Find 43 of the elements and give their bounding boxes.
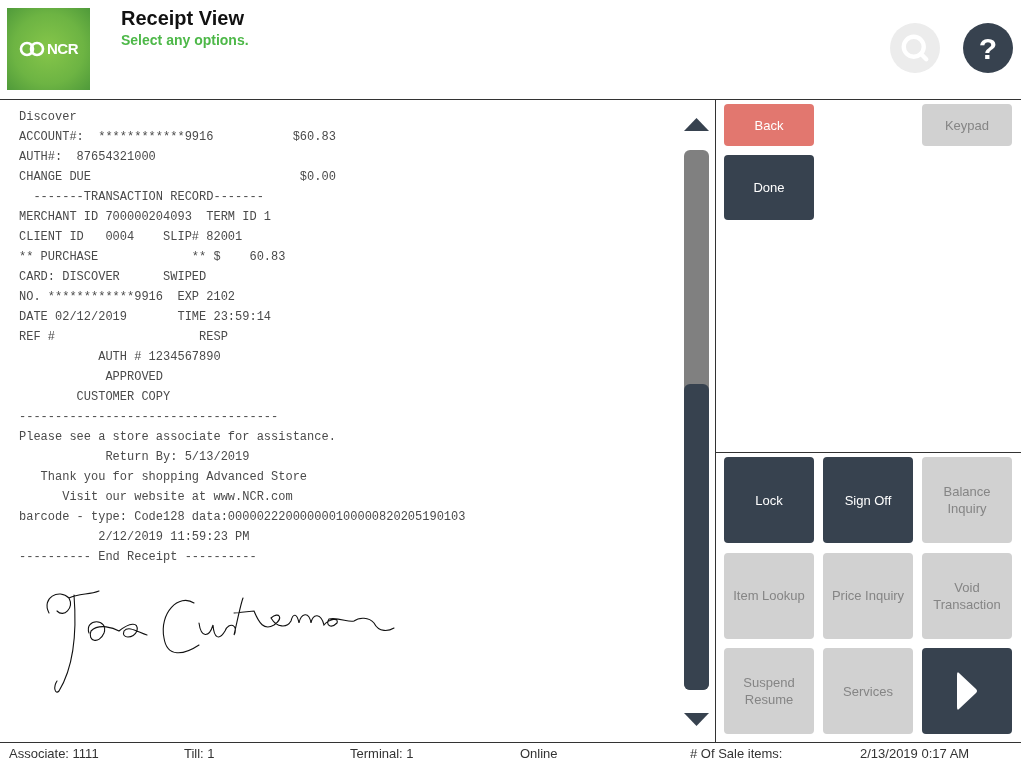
right-triangle-icon — [956, 671, 978, 711]
screen-subtitle: Select any options. — [121, 31, 249, 50]
receipt-line: DATE 02/12/2019 TIME 23:59:14 — [19, 309, 272, 326]
status-text: Online — [520, 745, 558, 763]
scrollbar-thumb[interactable] — [683, 384, 709, 690]
receipt-line: APPROVED — [104, 369, 164, 386]
receipt-line: Discover — [19, 109, 77, 126]
status-text: Terminal: 1 — [350, 745, 414, 763]
action-button[interactable]: Lock — [724, 457, 814, 543]
receipt-line: ------------------------------------ — [19, 409, 279, 426]
receipt-line: AUTH#: 87654321000 — [19, 149, 156, 166]
logo-text: NCR — [47, 38, 78, 59]
receipt-line: CUSTOMER COPY — [75, 389, 171, 406]
rings-icon — [19, 41, 45, 57]
receipt-line: 2/12/2019 11:59:23 PM — [97, 529, 250, 546]
back-button[interactable]: Back — [724, 104, 814, 146]
help-button[interactable]: ? — [963, 23, 1013, 73]
screen-title: Receipt View — [121, 6, 246, 30]
receipt-line: Return By: 5/13/2019 — [104, 449, 250, 466]
receipt-line: MERCHANT ID 700000204093 TERM ID 1 — [19, 209, 272, 226]
receipt-line: Thank you for shopping Advanced Store — [39, 469, 308, 486]
receipt-line: -------TRANSACTION RECORD------- — [32, 189, 264, 206]
status-text: 2/13/2019 0:17 AM — [860, 745, 970, 763]
receipt-line: ACCOUNT#: ************9916 $60.83 — [19, 129, 336, 146]
up-triangle-icon[interactable] — [683, 118, 709, 131]
receipt-line: barcode - type: Code128 data:000002220000000100000820205190103 — [19, 509, 466, 526]
receipt-line: AUTH # 1234567890 — [97, 349, 221, 366]
receipt-line: NO. ************9916 EXP 2102 — [19, 289, 236, 306]
receipt-line: REF # RESP — [19, 329, 228, 346]
down-triangle-icon[interactable] — [683, 713, 709, 726]
status-text: # Of Sale items: — [690, 745, 783, 763]
receipt-line: CLIENT ID 0004 SLIP# 82001 — [19, 229, 243, 246]
receipt-line: Visit our website at www.NCR.com — [61, 489, 293, 506]
action-button[interactable]: Done — [724, 155, 814, 220]
next-button[interactable] — [922, 648, 1012, 734]
receipt-line: ---------- End Receipt ---------- — [19, 549, 257, 566]
action-button[interactable]: Sign Off — [823, 457, 913, 543]
receipt-line: ** PURCHASE ** $ 60.83 — [19, 249, 286, 266]
receipt-line: CHANGE DUE $0.00 — [19, 169, 336, 186]
status-text: Till: 1 — [184, 745, 215, 763]
status-text: Associate: 1111 — [9, 745, 99, 763]
receipt-line: CARD: DISCOVER SWIPED — [19, 269, 207, 286]
receipt-line: Please see a store associate for assistance. — [19, 429, 336, 446]
